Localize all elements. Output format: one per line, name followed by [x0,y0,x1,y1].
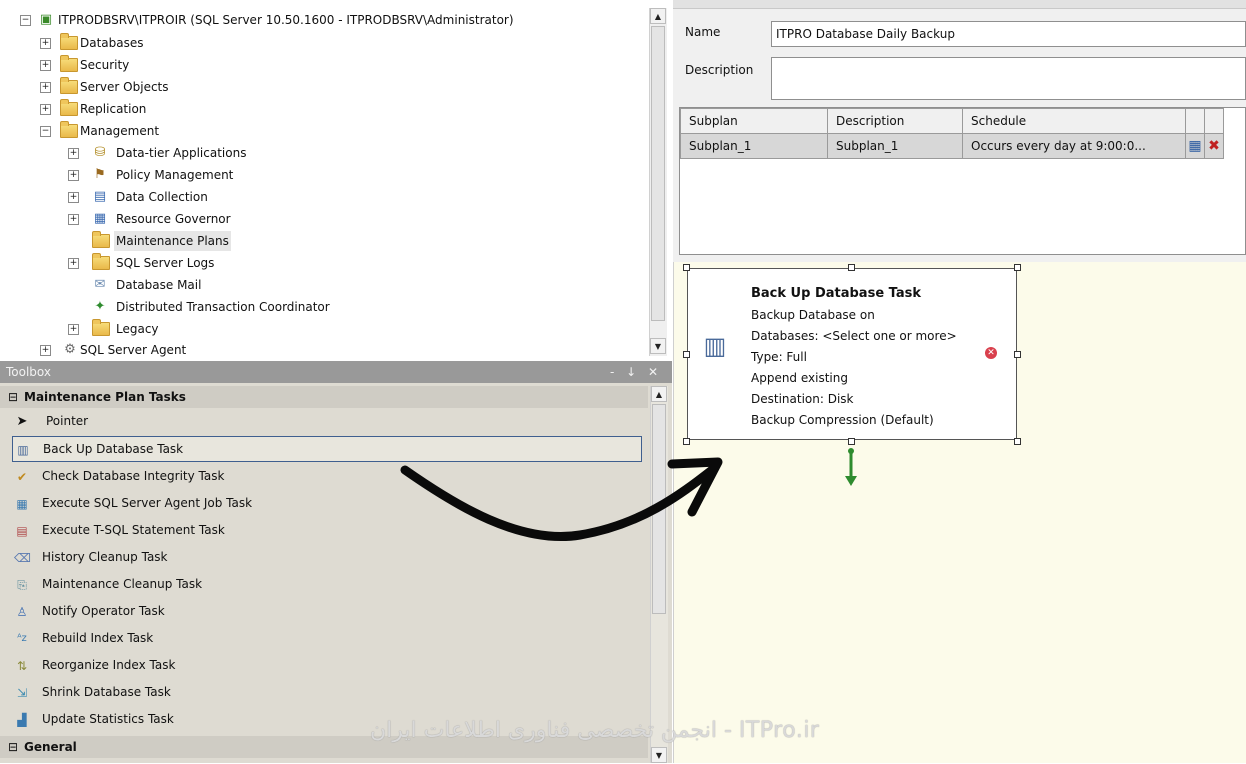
drag-arrow-icon [400,457,723,541]
annotation-overlay [400,448,857,541]
precedence-connector-icon[interactable] [845,448,857,486]
watermark: انجمن تخصصی فناوری اطلاعات ایران - ITPro… [370,718,820,743]
